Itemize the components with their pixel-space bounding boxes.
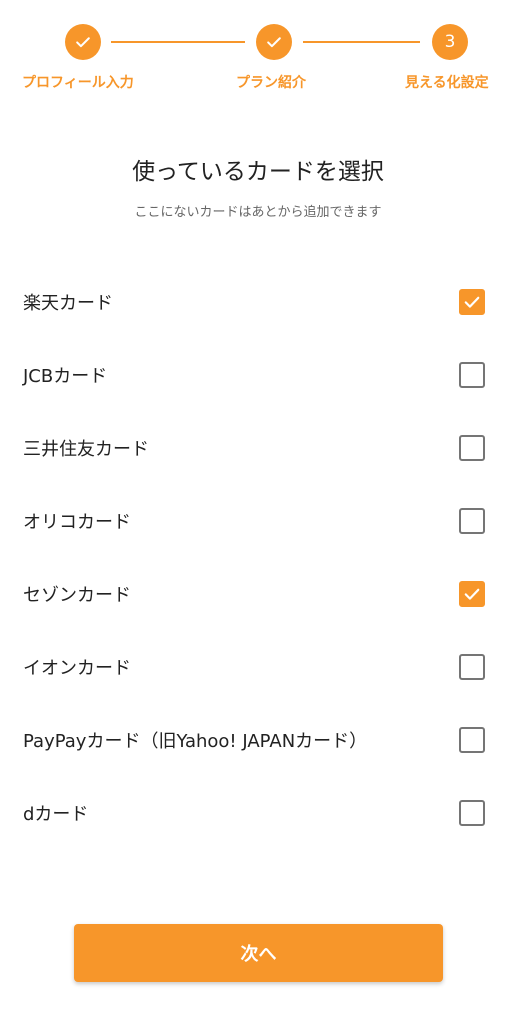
page-subtitle: ここにないカードはあとから追加できます [134,205,382,220]
card-checkbox[interactable] [459,507,485,534]
card-label: イオンカード [23,657,131,679]
card-checkbox[interactable] [459,580,485,607]
card-list: 楽天カード JCBカード 三井住友カード オリコカード セゾンカード イオンカー… [0,265,516,849]
card-item-dcard[interactable]: dカード [0,776,516,849]
card-label: dカード [23,803,89,825]
card-label: JCBカード [23,365,108,387]
card-item-paypay[interactable]: PayPayカード（旧Yahoo! JAPANカード） [0,703,516,776]
checkmark-icon [462,584,482,604]
step-connector-2 [303,41,420,43]
next-button[interactable]: 次へ [74,924,443,982]
card-item-saison[interactable]: セゾンカード [0,557,516,630]
checkmark-icon [462,292,482,312]
card-item-aeon[interactable]: イオンカード [0,630,516,703]
card-checkbox[interactable] [459,361,485,388]
step-2-label: プラン紹介 [236,75,306,91]
check-icon [73,32,93,52]
card-item-orico[interactable]: オリコカード [0,484,516,557]
step-1-indicator [65,24,101,60]
card-label: 三井住友カード [23,438,149,460]
page-title: 使っているカードを選択 [132,159,384,185]
card-label: セゾンカード [23,584,131,606]
card-label: オリコカード [23,511,131,533]
step-2-indicator [256,24,292,60]
card-label: PayPayカード（旧Yahoo! JAPANカード） [23,730,368,752]
card-checkbox[interactable] [459,434,485,461]
step-3-number: 3 [444,32,456,52]
card-item-smbc[interactable]: 三井住友カード [0,411,516,484]
card-item-jcb[interactable]: JCBカード [0,338,516,411]
card-label: 楽天カード [23,292,113,314]
progress-stepper: 3 プロフィール入力 プラン紹介 見える化設定 [0,0,516,110]
step-3-indicator: 3 [432,24,468,60]
step-3-label: 見える化設定 [405,75,489,91]
card-checkbox[interactable] [459,653,485,680]
card-checkbox[interactable] [459,726,485,753]
card-item-rakuten[interactable]: 楽天カード [0,265,516,338]
check-icon [264,32,284,52]
card-checkbox[interactable] [459,288,485,315]
card-checkbox[interactable] [459,799,485,826]
step-connector-1 [111,41,245,43]
step-1-label: プロフィール入力 [22,75,134,91]
